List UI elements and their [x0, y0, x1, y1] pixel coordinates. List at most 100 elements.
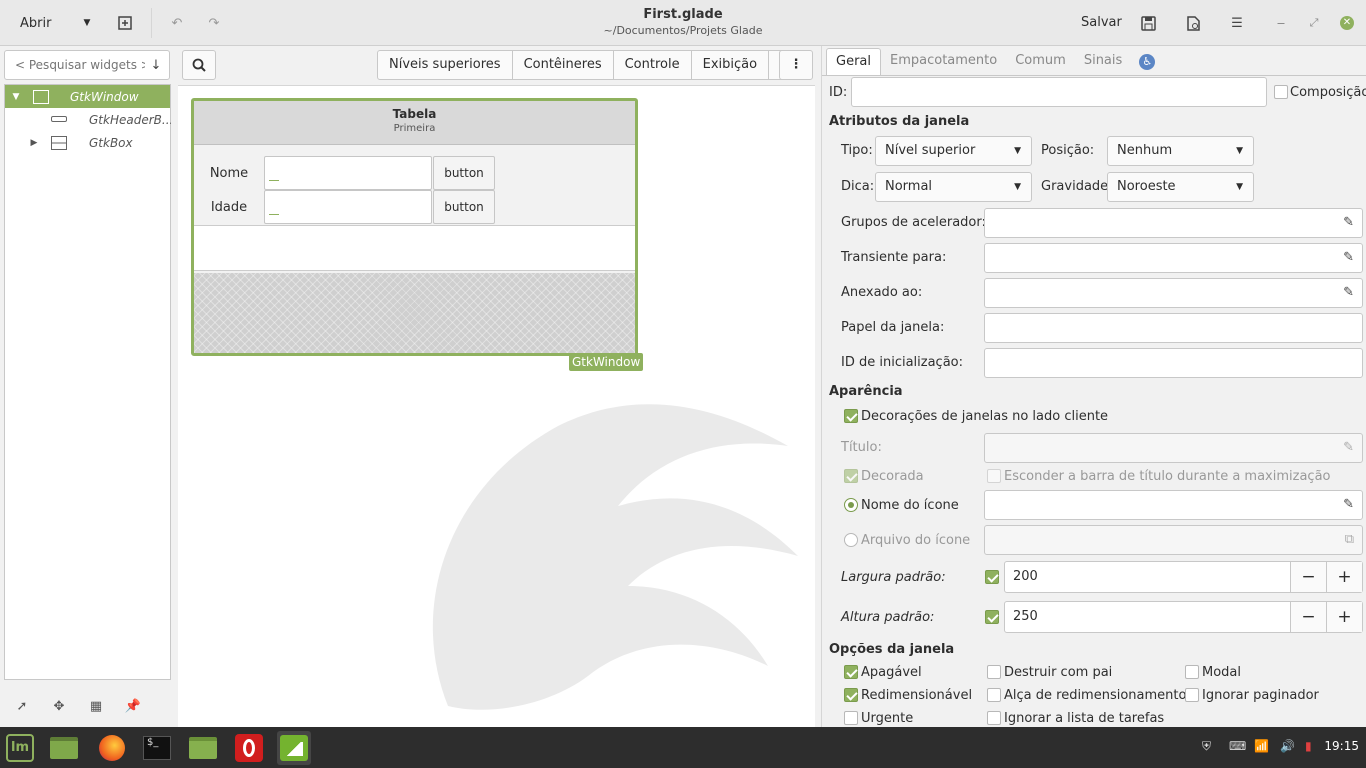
- icon-file-field[interactable]: ⧉: [984, 525, 1363, 555]
- firefox-icon[interactable]: [95, 731, 129, 765]
- preview-empty-slot[interactable]: [194, 225, 635, 271]
- file-chooser-icon[interactable]: ⧉: [1345, 532, 1354, 547]
- mint-menu-icon[interactable]: lm: [3, 731, 37, 765]
- save-button[interactable]: Salvar: [1072, 8, 1131, 38]
- urgent-checkbox[interactable]: [844, 711, 858, 725]
- accessibility-icon[interactable]: ♿: [1139, 54, 1156, 70]
- icon-name-radio[interactable]: [844, 498, 858, 512]
- gravity-combo[interactable]: Noroeste ▼: [1107, 172, 1254, 202]
- edit-pencil-icon[interactable]: ✎: [1343, 285, 1354, 300]
- tree-item-gtkbox[interactable]: ▶ GtkBox: [5, 131, 170, 154]
- skip-pager-checkbox[interactable]: [1185, 688, 1199, 702]
- tab-packing[interactable]: Empacotamento: [881, 48, 1006, 76]
- edit-pencil-icon[interactable]: ✎: [1343, 215, 1354, 230]
- expander-open-icon[interactable]: ▼: [11, 92, 21, 102]
- opera-icon[interactable]: [232, 731, 266, 765]
- width-value[interactable]: 200: [1005, 562, 1290, 592]
- width-checkbox[interactable]: [985, 570, 999, 584]
- tab-general[interactable]: Geral: [826, 48, 881, 76]
- tab-signals[interactable]: Sinais: [1075, 48, 1131, 76]
- battery-icon[interactable]: ▮: [1305, 739, 1312, 753]
- position-combo[interactable]: Nenhum ▼: [1107, 136, 1254, 166]
- chevron-down-icon[interactable]: ▼: [83, 18, 90, 28]
- height-spin[interactable]: 250 − +: [1004, 601, 1363, 633]
- width-spin[interactable]: 200 − +: [1004, 561, 1363, 593]
- plus-icon[interactable]: +: [1326, 562, 1362, 592]
- expander-closed-icon[interactable]: ▶: [29, 138, 39, 148]
- height-value[interactable]: 250: [1005, 602, 1290, 632]
- minus-icon[interactable]: −: [1290, 562, 1326, 592]
- volume-icon[interactable]: 🔊: [1280, 739, 1295, 753]
- gtkwindow-preview[interactable]: Tabela Primeira Nome button Idade button: [191, 98, 638, 356]
- preview-entry[interactable]: [264, 156, 432, 190]
- palette-containers[interactable]: Contêineres: [513, 51, 614, 79]
- redo-icon[interactable]: ↷: [199, 8, 229, 38]
- attached-field[interactable]: ✎: [984, 278, 1363, 308]
- destroy-parent-checkbox[interactable]: [987, 665, 1001, 679]
- preview-button[interactable]: button: [433, 190, 495, 224]
- more-options-icon[interactable]: ⋮: [779, 50, 813, 80]
- accel-field[interactable]: ✎: [984, 208, 1363, 238]
- edit-pencil-icon[interactable]: ✎: [1343, 250, 1354, 265]
- skip-taskbar-checkbox[interactable]: [987, 711, 1001, 725]
- icon-name-field[interactable]: ✎: [984, 490, 1363, 520]
- decorated-checkbox[interactable]: [844, 469, 858, 483]
- pointer-icon[interactable]: ➚: [10, 694, 34, 718]
- save-as-icon[interactable]: [1178, 8, 1208, 38]
- wifi-icon[interactable]: 📶: [1254, 739, 1269, 753]
- menu-icon[interactable]: ☰: [1222, 8, 1252, 38]
- minus-icon[interactable]: −: [1290, 602, 1326, 632]
- widget-search[interactable]: ↓: [4, 50, 170, 80]
- composition-checkbox[interactable]: [1274, 85, 1288, 99]
- resize-grip-checkbox[interactable]: [987, 688, 1001, 702]
- csd-checkbox[interactable]: [844, 409, 858, 423]
- alignment-pin-icon[interactable]: 📌: [121, 694, 145, 718]
- clock[interactable]: 19:15: [1324, 739, 1359, 753]
- hint-combo[interactable]: Normal ▼: [875, 172, 1032, 202]
- move-icon[interactable]: ✥: [47, 694, 71, 718]
- open-button[interactable]: Abrir ▼: [8, 8, 96, 38]
- modal-checkbox[interactable]: [1185, 665, 1199, 679]
- preview-label[interactable]: Nome: [194, 166, 264, 181]
- type-combo[interactable]: Nível superior ▼: [875, 136, 1032, 166]
- role-input[interactable]: [984, 313, 1363, 343]
- plus-icon[interactable]: +: [1326, 602, 1362, 632]
- preview-entry[interactable]: [264, 190, 432, 224]
- close-icon[interactable]: ✕: [1332, 8, 1362, 38]
- save-disk-icon[interactable]: [1133, 8, 1163, 38]
- height-checkbox[interactable]: [985, 610, 999, 624]
- undo-icon[interactable]: ↶: [162, 8, 192, 38]
- search-icon[interactable]: [182, 50, 216, 80]
- startup-id-input[interactable]: [984, 348, 1363, 378]
- preview-placeholder[interactable]: [194, 273, 635, 353]
- show-desktop-icon[interactable]: [47, 731, 81, 765]
- deletable-checkbox[interactable]: [844, 665, 858, 679]
- keyboard-icon[interactable]: ⌨: [1229, 739, 1246, 753]
- glade-icon[interactable]: [277, 731, 311, 765]
- minimize-icon[interactable]: ‒: [1266, 8, 1296, 38]
- edit-pencil-icon[interactable]: ✎: [1343, 440, 1354, 455]
- tree-item-headerbar[interactable]: GtkHeaderB...: [5, 108, 173, 131]
- icon-file-radio[interactable]: [844, 533, 858, 547]
- maximize-icon[interactable]: ⤢: [1299, 8, 1329, 38]
- new-project-icon[interactable]: [110, 8, 140, 38]
- resizable-checkbox[interactable]: [844, 688, 858, 702]
- margin-edit-icon[interactable]: ▦: [84, 694, 108, 718]
- edit-pencil-icon[interactable]: ✎: [1343, 497, 1354, 512]
- terminal-icon[interactable]: $_: [140, 731, 174, 765]
- palette-toplevels[interactable]: Níveis superiores: [378, 51, 513, 79]
- transient-field[interactable]: ✎: [984, 243, 1363, 273]
- arrow-down-icon[interactable]: ↓: [145, 58, 167, 73]
- hide-titlebar-checkbox[interactable]: [987, 469, 1001, 483]
- id-input[interactable]: [851, 77, 1267, 107]
- preview-headerbar[interactable]: Tabela Primeira: [194, 101, 635, 145]
- preview-button[interactable]: button: [433, 156, 495, 190]
- palette-display[interactable]: Exibição: [692, 51, 770, 79]
- search-input[interactable]: [5, 58, 145, 72]
- palette-control[interactable]: Controle: [614, 51, 692, 79]
- shield-icon[interactable]: ⛨: [1202, 739, 1211, 754]
- files-icon[interactable]: [186, 731, 220, 765]
- tree-item-gtkwindow[interactable]: ▼ GtkWindow: [5, 85, 170, 108]
- preview-label[interactable]: Idade: [194, 200, 264, 215]
- title-field[interactable]: ✎: [984, 433, 1363, 463]
